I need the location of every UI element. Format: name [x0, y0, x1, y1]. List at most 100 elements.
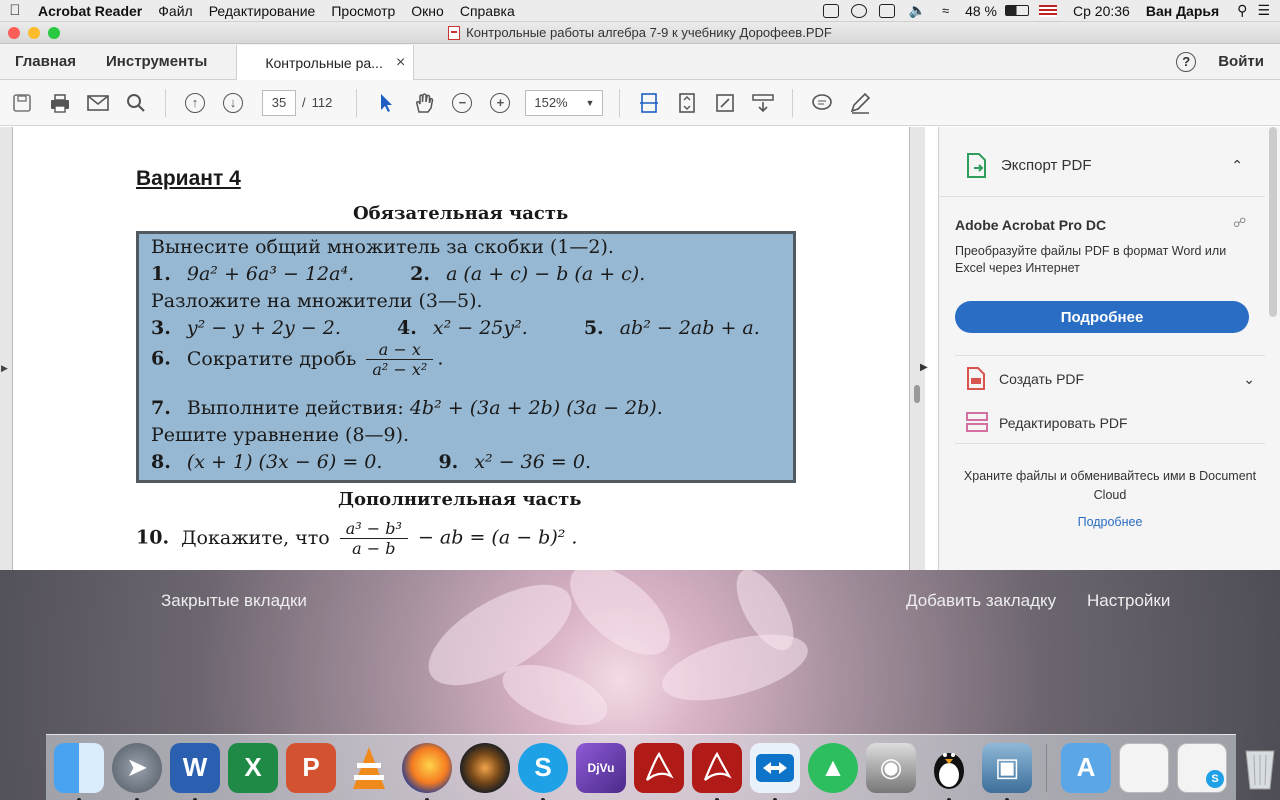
menu-view[interactable]: Просмотр [323, 3, 403, 19]
skype-icon[interactable]: S [518, 742, 568, 800]
learn-more-button[interactable]: Подробнее [955, 301, 1249, 333]
task-row-7: 7. Выполните действия: 4b² + (3a + 2b) (… [151, 397, 663, 419]
comment-icon[interactable] [810, 91, 834, 115]
page-separator: / [302, 95, 306, 110]
chevron-down-icon[interactable]: ⌄ [1243, 371, 1255, 388]
close-tab-icon[interactable]: × [396, 54, 405, 72]
fraction: a − x a² − x² [366, 340, 434, 379]
email-icon[interactable] [86, 91, 110, 115]
hand-tool-icon[interactable] [412, 91, 436, 115]
task-row-10: 10. Докажите, что a³ − b³ a − b − ab = (… [136, 519, 577, 558]
launchpad-icon[interactable]: ➤ [112, 742, 162, 800]
battery-icon[interactable] [1005, 5, 1029, 16]
page-number-input[interactable]: 35 [262, 89, 296, 116]
vertical-scrollbar[interactable] [914, 385, 920, 403]
preview-icon[interactable]: ▣ [982, 742, 1032, 800]
edit-pdf-icon [966, 412, 988, 432]
close-window-button[interactable] [8, 27, 20, 39]
select-cursor-icon[interactable] [374, 91, 398, 115]
menu-help[interactable]: Справка [452, 3, 523, 19]
app-menu[interactable]: Acrobat Reader [30, 3, 150, 19]
cloud-text: Храните файлы и обменивайтесь ими в Docu… [963, 469, 1257, 502]
add-bookmark-link[interactable]: Добавить закладку [906, 591, 1056, 611]
document-viewport[interactable]: Вариант 4 Обязательная часть Вынесите об… [0, 127, 925, 570]
documents-stack-icon[interactable] [1119, 742, 1169, 793]
sign-in-link[interactable]: Войти [1218, 53, 1264, 70]
edit-pdf-item[interactable]: Редактировать PDF [965, 411, 1128, 435]
excel-icon[interactable]: X [228, 742, 278, 793]
help-icon[interactable]: ? [1176, 51, 1197, 72]
panel-scrollbar[interactable] [1269, 127, 1277, 317]
settings-link[interactable]: Настройки [1087, 591, 1170, 611]
tab-document[interactable]: Контрольные ра... × [236, 45, 415, 80]
closed-tabs-link[interactable]: Закрытые вкладки [161, 591, 307, 611]
export-pdf-icon [967, 152, 986, 178]
screenshot-icon[interactable]: ◉ [866, 742, 916, 793]
sign-pen-icon[interactable] [848, 91, 872, 115]
task-intro-1: Вынесите общий множитель за скобки (1—2)… [151, 236, 614, 258]
teamviewer-status-icon[interactable] [822, 3, 839, 18]
create-pdf-icon [967, 367, 985, 390]
tab-tools[interactable]: Инструменты [91, 44, 222, 79]
previous-page-icon[interactable]: ↑ [183, 91, 207, 115]
fit-page-icon[interactable] [675, 91, 699, 115]
chevron-up-icon[interactable]: ⌃ [1231, 157, 1243, 174]
volume-icon[interactable]: 🔈 [909, 2, 926, 19]
full-screen-icon[interactable] [713, 91, 737, 115]
speaker-icon[interactable] [460, 742, 510, 793]
scroll-mode-icon[interactable] [751, 91, 775, 115]
task-number: 7. [151, 397, 171, 419]
task-end: . [437, 347, 444, 370]
checkbox-status-icon[interactable] [878, 3, 895, 18]
search-icon[interactable] [124, 91, 148, 115]
menu-edit[interactable]: Редактирование [201, 3, 324, 19]
window-titlebar: Контрольные работы алгебра 7-9 к учебник… [0, 22, 1280, 44]
firefox-icon[interactable] [402, 742, 452, 800]
battery-percent: 48 % [965, 2, 997, 19]
cloud-learn-more-link[interactable]: Подробнее [955, 515, 1265, 529]
menu-window[interactable]: Окно [403, 3, 452, 19]
acrobat-icon[interactable] [634, 742, 684, 793]
zoom-select[interactable]: 152% ▼ [525, 89, 604, 116]
tab-home[interactable]: Главная [0, 44, 91, 79]
zoom-window-button[interactable] [48, 27, 60, 39]
acrobat-reader-icon[interactable] [692, 742, 742, 800]
spotlight-icon[interactable]: ⚲ [1237, 2, 1247, 19]
create-pdf-item[interactable]: Создать PDF ⌄ [965, 367, 1255, 391]
left-panel-expand-icon[interactable]: ▶ [1, 363, 8, 374]
task-number: 9. [438, 451, 459, 473]
trash-icon[interactable] [1235, 743, 1280, 793]
applications-folder-icon[interactable]: A [1061, 742, 1111, 793]
word-icon[interactable]: W [170, 742, 220, 800]
export-pdf-header[interactable]: Экспорт PDF ⌃ [939, 135, 1265, 197]
clock[interactable]: Ср 20:36 [1065, 3, 1138, 19]
vlc-icon[interactable] [344, 743, 394, 793]
fraction-numerator: a³ − b³ [339, 519, 408, 539]
flag-input-icon[interactable] [1039, 4, 1057, 17]
zoom-out-icon[interactable]: − [450, 91, 474, 115]
zoom-in-icon[interactable]: + [488, 91, 512, 115]
task-expression: − ab = (a − b)² . [417, 526, 578, 549]
downloads-stack-icon[interactable]: S [1177, 742, 1227, 793]
sync-status-icon[interactable] [850, 3, 867, 18]
fit-width-icon[interactable] [637, 91, 661, 115]
task-number: 4. [396, 317, 417, 339]
menu-file[interactable]: Файл [150, 3, 200, 19]
user-name[interactable]: Ван Дарья [1138, 3, 1227, 19]
teamviewer-icon[interactable] [750, 742, 800, 800]
save-icon[interactable] [10, 91, 34, 115]
print-icon[interactable] [48, 91, 72, 115]
info-icon[interactable]: ☍ [1233, 215, 1246, 231]
minimize-window-button[interactable] [28, 27, 40, 39]
window-title: Контрольные работы алгебра 7-9 к учебник… [466, 25, 832, 40]
wifi-icon[interactable]: ≈ [942, 3, 949, 18]
finder-icon[interactable] [54, 742, 104, 800]
right-panel-collapse-icon[interactable]: ▶ [920, 362, 928, 373]
notification-center-icon[interactable]: ☰ [1257, 2, 1270, 19]
next-page-icon[interactable]: ↓ [221, 91, 245, 115]
linux-penguin-icon[interactable] [924, 743, 974, 800]
powerpoint-icon[interactable]: P [286, 742, 336, 793]
apple-menu-icon[interactable]:  [0, 2, 30, 19]
djvu-icon[interactable]: DjVu [576, 742, 626, 793]
evernote-icon[interactable]: ▲ [808, 742, 858, 793]
